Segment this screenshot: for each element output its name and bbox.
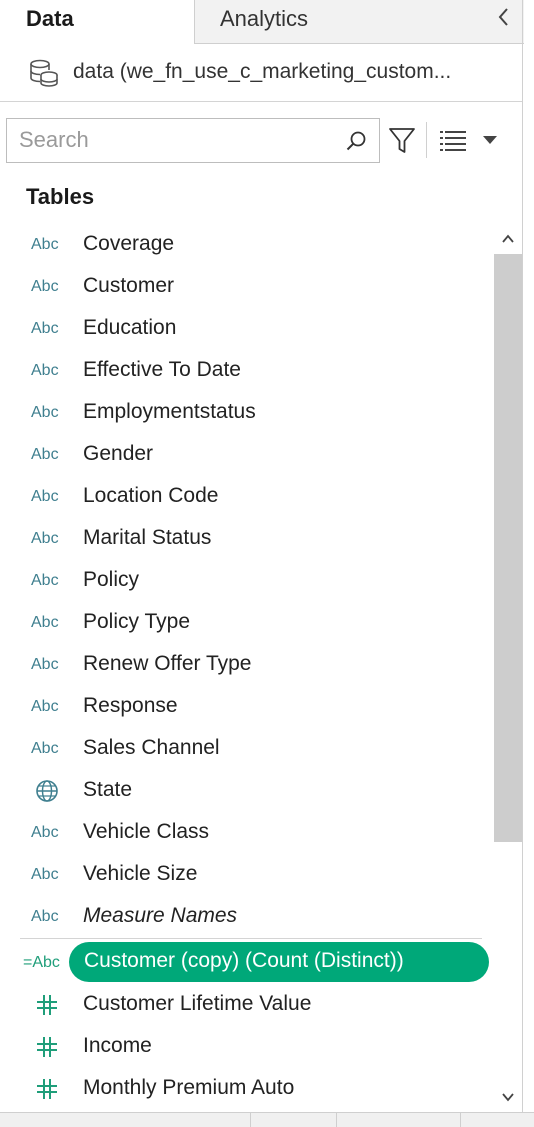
bottom-bar: [0, 1112, 534, 1127]
field-item[interactable]: Abc Coverage: [0, 224, 494, 266]
search-icon[interactable]: [345, 130, 367, 152]
string-type-icon: Abc: [31, 908, 59, 925]
calculated-string-type-icon: =Abc: [23, 954, 60, 971]
field-item[interactable]: Abc Policy Type: [0, 602, 494, 644]
pane-border: [522, 0, 523, 1127]
bottom-bar-divider: [250, 1113, 251, 1127]
field-name: Employmentstatus: [83, 400, 256, 423]
field-item[interactable]: Customer Lifetime Value: [0, 984, 494, 1026]
field-name: Coverage: [83, 232, 175, 255]
chevron-down-icon[interactable]: [500, 1090, 516, 1104]
field-name: Sales Channel: [83, 736, 220, 759]
string-type-icon: Abc: [31, 362, 59, 379]
datasource-icon: [30, 59, 58, 87]
globe-icon: [36, 780, 58, 802]
filter-icon[interactable]: [388, 126, 416, 156]
search-input[interactable]: [19, 125, 339, 155]
tab-analytics-label: Analytics: [220, 6, 309, 31]
string-type-icon: Abc: [31, 824, 59, 841]
field-item[interactable]: Abc Gender: [0, 434, 494, 476]
field-name: Renew Offer Type: [83, 652, 252, 675]
field-name: Customer Lifetime Value: [83, 992, 312, 1015]
string-type-icon: Abc: [31, 530, 59, 547]
string-type-icon: Abc: [31, 572, 59, 589]
field-item[interactable]: Abc Measure Names: [0, 896, 494, 938]
field-name: Gender: [83, 442, 154, 465]
tab-analytics[interactable]: Analytics: [194, 0, 524, 44]
string-type-icon: Abc: [31, 488, 59, 505]
dimensions-measures-divider: [20, 938, 482, 939]
field-item[interactable]: Abc Policy: [0, 560, 494, 602]
field-item[interactable]: Abc Customer: [0, 266, 494, 308]
chevron-down-icon[interactable]: [482, 134, 498, 146]
string-type-icon: Abc: [31, 740, 59, 757]
datasource-name: data (we_fn_use_c_marketing_custom...: [73, 60, 452, 83]
field-item[interactable]: Abc Sales Channel: [0, 728, 494, 770]
field-item[interactable]: Abc Effective To Date: [0, 350, 494, 392]
field-item[interactable]: Abc Employmentstatus: [0, 392, 494, 434]
field-name: Customer (copy) (Count (Distinct)): [84, 949, 404, 972]
field-name: Vehicle Class: [83, 820, 210, 843]
field-item[interactable]: Abc Vehicle Size: [0, 854, 494, 896]
string-type-icon: Abc: [31, 320, 59, 337]
field-name: Measure Names: [83, 904, 238, 927]
tab-data[interactable]: Data: [0, 0, 194, 44]
string-type-icon: Abc: [31, 446, 59, 463]
side-pane-tabs: Data Analytics: [0, 0, 534, 44]
field-name: Response: [83, 694, 178, 717]
string-type-icon: Abc: [31, 866, 59, 883]
toolbar-separator: [426, 122, 427, 158]
field-item[interactable]: Abc Location Code: [0, 476, 494, 518]
field-item[interactable]: Abc Vehicle Class: [0, 812, 494, 854]
selected-field-pill[interactable]: Customer (copy) (Count (Distinct)): [69, 942, 489, 982]
field-item[interactable]: State: [0, 770, 494, 812]
field-name: Effective To Date: [83, 358, 241, 381]
string-type-icon: Abc: [31, 698, 59, 715]
search-box: [6, 118, 380, 163]
string-type-icon: Abc: [31, 236, 59, 253]
field-name: Monthly Premium Auto: [83, 1076, 295, 1099]
tab-data-label: Data: [26, 6, 74, 31]
field-name: Marital Status: [83, 526, 212, 549]
field-name: Education: [83, 316, 177, 339]
hash-icon: [37, 1037, 57, 1057]
string-type-icon: Abc: [31, 614, 59, 631]
field-name: Vehicle Size: [83, 862, 198, 885]
field-list: Abc Coverage Abc Customer Abc Education …: [0, 224, 494, 1112]
hash-icon: [37, 995, 57, 1015]
field-name: Customer: [83, 274, 175, 297]
string-type-icon: Abc: [31, 656, 59, 673]
field-item[interactable]: Income: [0, 1026, 494, 1068]
string-type-icon: Abc: [31, 278, 59, 295]
field-name: Policy Type: [83, 610, 190, 633]
field-item[interactable]: Monthly Premium Auto: [0, 1068, 494, 1110]
bottom-bar-divider: [460, 1113, 461, 1127]
selected-field-item[interactable]: =Abc Customer (copy) (Count (Distinct)): [0, 942, 494, 984]
tables-heading: Tables: [26, 184, 95, 209]
string-type-icon: Abc: [31, 404, 59, 421]
list-view-icon[interactable]: [440, 131, 466, 151]
field-item[interactable]: Abc Education: [0, 308, 494, 350]
chevron-up-icon[interactable]: [500, 232, 516, 246]
field-name: State: [83, 778, 133, 801]
field-name: Policy: [83, 568, 140, 591]
field-item[interactable]: Abc Renew Offer Type: [0, 644, 494, 686]
chevron-left-icon[interactable]: [494, 4, 514, 30]
field-list-scrollbar[interactable]: [494, 224, 522, 1112]
field-name: Income: [83, 1034, 152, 1057]
field-item[interactable]: Abc Marital Status: [0, 518, 494, 560]
scrollbar-thumb[interactable]: [494, 254, 522, 842]
hash-icon: [37, 1079, 57, 1099]
field-item[interactable]: Abc Response: [0, 686, 494, 728]
bottom-bar-divider: [336, 1113, 337, 1127]
field-name: Location Code: [83, 484, 219, 507]
datasource-row[interactable]: data (we_fn_use_c_marketing_custom...: [0, 44, 522, 102]
